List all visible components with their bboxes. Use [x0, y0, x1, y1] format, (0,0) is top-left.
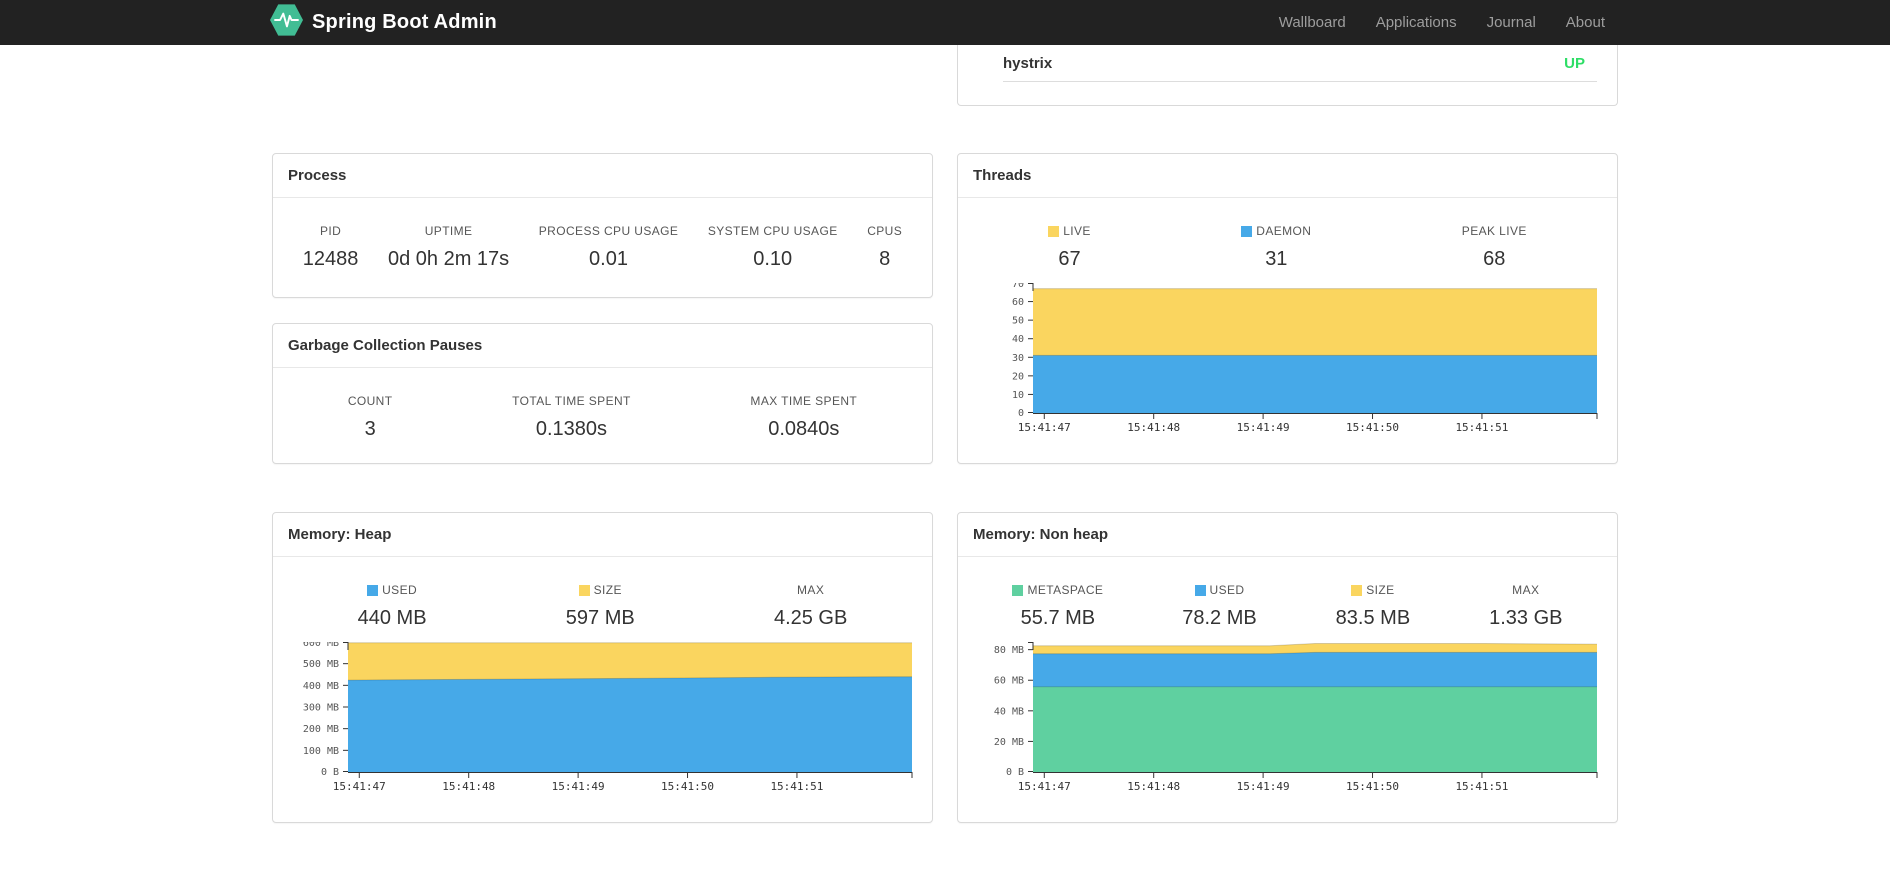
nonheap-used-swatch — [1194, 584, 1206, 596]
nonheap-size-swatch — [1351, 584, 1363, 596]
stat-gc-max-time: MAX TIME SPENT 0.0840s — [750, 394, 858, 440]
top-navbar: Spring Boot Admin Wallboard Applications… — [0, 0, 1890, 45]
svg-text:200 MB: 200 MB — [303, 724, 339, 735]
threads-card: Threads LIVE 67 DAEMON 31 PEAK LIVE 68 7… — [957, 153, 1618, 464]
svg-text:0 B: 0 B — [1006, 767, 1024, 778]
threads-card-header: Threads — [958, 154, 1617, 198]
navbar-links: Wallboard Applications Journal About — [1264, 0, 1620, 45]
application-status-card: hystrix UP — [957, 45, 1618, 106]
svg-text:15:41:47: 15:41:47 — [1018, 780, 1071, 793]
svg-text:30: 30 — [1012, 353, 1024, 364]
svg-text:40: 40 — [1012, 334, 1024, 345]
svg-text:15:41:48: 15:41:48 — [442, 780, 495, 793]
svg-text:70: 70 — [1012, 283, 1024, 290]
process-card: Process PID 12488 UPTIME 0d 0h 2m 17s PR… — [272, 153, 933, 298]
stat-threads-peak-live: PEAK LIVE 68 — [1461, 224, 1527, 270]
stat-pid: PID 12488 — [302, 224, 359, 270]
stat-heap-used: USED 440 MB — [357, 583, 427, 629]
nonheap-metaspace-swatch — [1012, 584, 1024, 596]
gc-card-header: Garbage Collection Pauses — [273, 324, 932, 368]
gc-stats: COUNT 3 TOTAL TIME SPENT 0.1380s MAX TIM… — [273, 368, 932, 441]
nav-link-about[interactable]: About — [1551, 0, 1620, 45]
navbar-brand[interactable]: Spring Boot Admin — [270, 3, 497, 42]
memory-nonheap-card-header: Memory: Non heap — [958, 513, 1617, 557]
threads-card-title: Threads — [973, 167, 1032, 184]
stat-nonheap-metaspace: METASPACE 55.7 MB — [1012, 583, 1103, 630]
svg-text:600 MB: 600 MB — [303, 642, 339, 649]
brand-title: Spring Boot Admin — [312, 11, 497, 33]
process-card-title: Process — [288, 167, 347, 184]
memory-heap-card: Memory: Heap USED 440 MB SIZE 597 MB MAX… — [272, 512, 933, 823]
svg-text:20 MB: 20 MB — [994, 737, 1024, 748]
svg-text:15:41:49: 15:41:49 — [552, 780, 605, 793]
stat-nonheap-max: MAX 1.33 GB — [1489, 583, 1563, 629]
stat-cpus: CPUS 8 — [867, 224, 903, 270]
svg-text:15:41:50: 15:41:50 — [1346, 780, 1399, 793]
stat-gc-total-time: TOTAL TIME SPENT 0.1380s — [512, 394, 631, 440]
svg-text:15:41:50: 15:41:50 — [661, 780, 714, 793]
main-content: Process PID 12488 UPTIME 0d 0h 2m 17s PR… — [272, 45, 1618, 823]
stat-heap-max: MAX 4.25 GB — [773, 583, 848, 629]
svg-text:15:41:48: 15:41:48 — [1127, 780, 1180, 793]
memory-nonheap-card: Memory: Non heap METASPACE 55.7 MB USED … — [957, 512, 1618, 823]
svg-text:10: 10 — [1012, 390, 1024, 401]
application-status-row: hystrix UP — [1003, 45, 1597, 82]
svg-text:0 B: 0 B — [321, 767, 339, 778]
stat-process-cpu-usage: PROCESS CPU USAGE 0.01 — [538, 224, 679, 270]
memory-nonheap-chart: 80 MB 60 MB 40 MB 20 MB 0 B 15:41:47 15:41:48 1… — [958, 630, 1617, 794]
stat-heap-size: SIZE 597 MB — [565, 583, 635, 629]
svg-text:15:41:50: 15:41:50 — [1346, 421, 1399, 434]
svg-text:15:41:49: 15:41:49 — [1237, 780, 1290, 793]
heap-used-swatch — [367, 584, 379, 596]
memory-nonheap-stats: METASPACE 55.7 MB USED 78.2 MB SIZE 83.5… — [958, 557, 1617, 630]
svg-text:80 MB: 80 MB — [994, 645, 1024, 656]
spring-boot-admin-logo-icon — [270, 3, 303, 42]
application-status-badge: UP — [1564, 55, 1585, 72]
svg-text:15:41:49: 15:41:49 — [1237, 421, 1290, 434]
svg-text:15:41:51: 15:41:51 — [770, 780, 823, 793]
memory-heap-card-title: Memory: Heap — [288, 526, 392, 543]
svg-text:15:41:51: 15:41:51 — [1455, 780, 1508, 793]
process-stats: PID 12488 UPTIME 0d 0h 2m 17s PROCESS CP… — [273, 198, 932, 271]
process-card-header: Process — [273, 154, 932, 198]
threads-daemon-swatch — [1241, 225, 1253, 237]
memory-heap-stats: USED 440 MB SIZE 597 MB MAX 4.25 GB — [273, 557, 932, 630]
svg-text:15:41:48: 15:41:48 — [1127, 421, 1180, 434]
svg-text:50: 50 — [1012, 316, 1024, 327]
right-column: hystrix UP Threads LIVE 67 DAEMON 31 PEA… — [957, 45, 1618, 823]
stat-threads-live: LIVE 67 — [1048, 224, 1091, 271]
memory-heap-chart: 600 MB 500 MB 400 MB 300 MB 200 MB 100 MB 0 B 1… — [273, 630, 932, 794]
threads-live-swatch — [1048, 225, 1060, 237]
svg-text:60 MB: 60 MB — [994, 676, 1024, 687]
nav-link-wallboard[interactable]: Wallboard — [1264, 0, 1361, 45]
application-name: hystrix — [1003, 55, 1053, 72]
svg-text:60: 60 — [1012, 297, 1024, 308]
stat-nonheap-used: USED 78.2 MB — [1182, 583, 1257, 629]
svg-text:40 MB: 40 MB — [994, 706, 1024, 717]
gc-pauses-card: Garbage Collection Pauses COUNT 3 TOTAL … — [272, 323, 933, 464]
threads-stats: LIVE 67 DAEMON 31 PEAK LIVE 68 — [958, 198, 1617, 271]
svg-text:0: 0 — [1018, 408, 1024, 419]
stat-uptime: UPTIME 0d 0h 2m 17s — [387, 224, 510, 270]
stat-system-cpu-usage: SYSTEM CPU USAGE 0.10 — [707, 224, 838, 270]
heap-size-swatch — [578, 584, 590, 596]
memory-nonheap-card-title: Memory: Non heap — [973, 526, 1109, 543]
threads-chart: 70 60 50 40 30 20 10 0 15:41:47 15:41:48 15:41:49 1… — [958, 271, 1617, 435]
svg-text:400 MB: 400 MB — [303, 681, 339, 692]
svg-text:15:41:47: 15:41:47 — [1018, 421, 1071, 434]
svg-text:15:41:47: 15:41:47 — [333, 780, 386, 793]
svg-text:20: 20 — [1012, 371, 1024, 382]
stat-nonheap-size: SIZE 83.5 MB — [1335, 583, 1411, 629]
gc-card-title: Garbage Collection Pauses — [288, 337, 483, 354]
svg-text:15:41:51: 15:41:51 — [1455, 421, 1508, 434]
svg-text:500 MB: 500 MB — [303, 659, 339, 670]
svg-text:100 MB: 100 MB — [303, 746, 339, 757]
svg-text:300 MB: 300 MB — [303, 703, 339, 714]
nav-link-journal[interactable]: Journal — [1472, 0, 1551, 45]
stat-gc-count: COUNT 3 — [347, 394, 393, 440]
memory-heap-card-header: Memory: Heap — [273, 513, 932, 557]
left-column: Process PID 12488 UPTIME 0d 0h 2m 17s PR… — [272, 45, 933, 823]
nav-link-applications[interactable]: Applications — [1361, 0, 1472, 45]
stat-threads-daemon: DAEMON 31 — [1241, 224, 1311, 271]
